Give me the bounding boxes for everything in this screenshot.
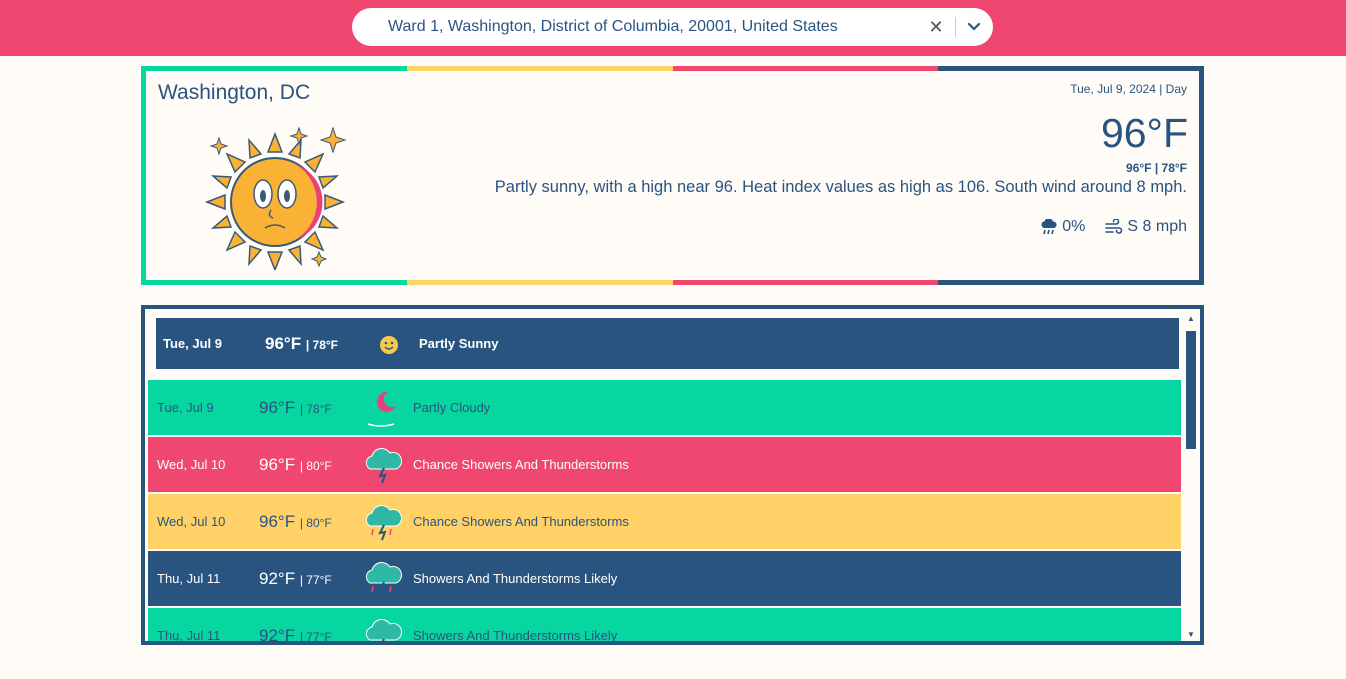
forecast-row[interactable]: Wed, Jul 10 96°F | 80°F Chance Showers And…: [148, 437, 1181, 492]
forecast-high: 96°F: [259, 511, 296, 531]
scroll-down-arrow[interactable]: ▼: [1187, 631, 1195, 639]
forecast-temperature: 96°F | 80°F: [259, 455, 332, 475]
wind-icon: [1105, 219, 1123, 234]
sun-character-icon: [204, 126, 347, 270]
forecast-high: 92°F: [259, 625, 296, 645]
forecast-date: Thu, Jul 11: [157, 628, 221, 643]
top-bar: ✕: [0, 0, 1346, 56]
forecast-date: Thu, Jul 11: [157, 571, 221, 586]
forecast-condition: Partly Sunny: [419, 336, 499, 351]
location-search-input[interactable]: [388, 8, 928, 46]
scroll-up-arrow[interactable]: ▲: [1187, 315, 1195, 323]
rain-cloud-icon: [1041, 219, 1057, 235]
forecast-temperature: 96°F | 80°F: [259, 512, 332, 532]
storm-cloud-icon: [360, 441, 406, 487]
forecast-low: | 77°F: [299, 629, 332, 644]
precipitation-value: 0%: [1062, 218, 1086, 235]
forecast-high: 96°F: [265, 333, 302, 353]
forecast-high: 96°F: [259, 454, 296, 474]
forecast-date: Wed, Jul 10: [157, 514, 226, 529]
forecast-condition: Showers And Thunderstorms Likely: [413, 628, 618, 643]
forecast-condition: Showers And Thunderstorms Likely: [413, 571, 618, 586]
forecast-temperature: 92°F | 77°F: [259, 625, 332, 645]
card-bottom-stripe: [141, 280, 1204, 285]
wind: S 8 mph: [1105, 218, 1187, 236]
forecast-row[interactable]: Thu, Jul 11 92°F | 77°F Showers And Thunde…: [148, 608, 1181, 645]
card-left-border: [141, 66, 146, 285]
storm-cloud-icon: [360, 498, 406, 544]
scrollbar-thumb[interactable]: [1186, 331, 1196, 449]
city-name: Washington, DC: [158, 81, 311, 104]
forecast-low: | 78°F: [305, 337, 338, 352]
forecast-low: | 78°F: [299, 401, 332, 416]
card-right-border: [1199, 66, 1204, 285]
forecast-temperature: 92°F | 77°F: [259, 569, 332, 589]
wind-value: S 8 mph: [1127, 218, 1187, 235]
forecast-row[interactable]: Tue, Jul 9 96°F | 78°F Partly Sunny: [154, 316, 1181, 371]
scrollbar[interactable]: ▲ ▼: [1184, 313, 1198, 641]
forecast-date: Wed, Jul 10: [157, 457, 226, 472]
forecast-list[interactable]: Tue, Jul 9 96°F | 78°F Partly Sunny Tue, Ju…: [141, 305, 1204, 645]
current-description: Partly sunny, with a high near 96. Heat …: [494, 178, 1187, 196]
forecast-high: 92°F: [259, 568, 296, 588]
forecast-row[interactable]: Thu, Jul 11 92°F | 77°F Showers And Thunde…: [148, 551, 1181, 606]
current-high-low: 96°F | 78°F: [1126, 161, 1187, 175]
current-meta: 0% S 8 mph: [1040, 218, 1187, 236]
close-icon[interactable]: ✕: [926, 17, 946, 37]
search-divider: [955, 17, 956, 37]
chevron-down-icon[interactable]: [963, 17, 985, 37]
forecast-date: Tue, Jul 9: [157, 400, 214, 415]
forecast-condition: Chance Showers And Thunderstorms: [413, 457, 629, 472]
current-date: Tue, Jul 9, 2024 | Day: [1070, 82, 1187, 96]
forecast-temperature: 96°F | 78°F: [265, 334, 338, 354]
forecast-row[interactable]: Tue, Jul 9 96°F | 78°F Partly Cloudy: [148, 380, 1181, 435]
moon-cloud-icon: [360, 384, 406, 430]
current-conditions-card: Washington, DC Tue, Jul 9, 2024 | Day 96…: [141, 66, 1204, 285]
card-top-stripe: [141, 66, 1204, 71]
forecast-row[interactable]: Wed, Jul 10 96°F | 80°F Chance Showers And…: [148, 494, 1181, 549]
forecast-temperature: 96°F | 78°F: [259, 398, 332, 418]
forecast-condition: Partly Cloudy: [413, 400, 491, 415]
location-search: ✕: [352, 8, 993, 46]
forecast-date: Tue, Jul 9: [163, 336, 222, 351]
current-temperature: 96°F: [1100, 110, 1188, 156]
forecast-low: | 80°F: [299, 458, 332, 473]
forecast-low: | 77°F: [299, 572, 332, 587]
storm-cloud-icon: [360, 612, 406, 641]
forecast-high: 96°F: [259, 397, 296, 417]
forecast-condition: Chance Showers And Thunderstorms: [413, 514, 629, 529]
smiley-sun-icon: [366, 320, 412, 366]
storm-cloud-icon: [360, 555, 406, 601]
precipitation: 0%: [1040, 218, 1085, 236]
forecast-low: | 80°F: [299, 515, 332, 530]
